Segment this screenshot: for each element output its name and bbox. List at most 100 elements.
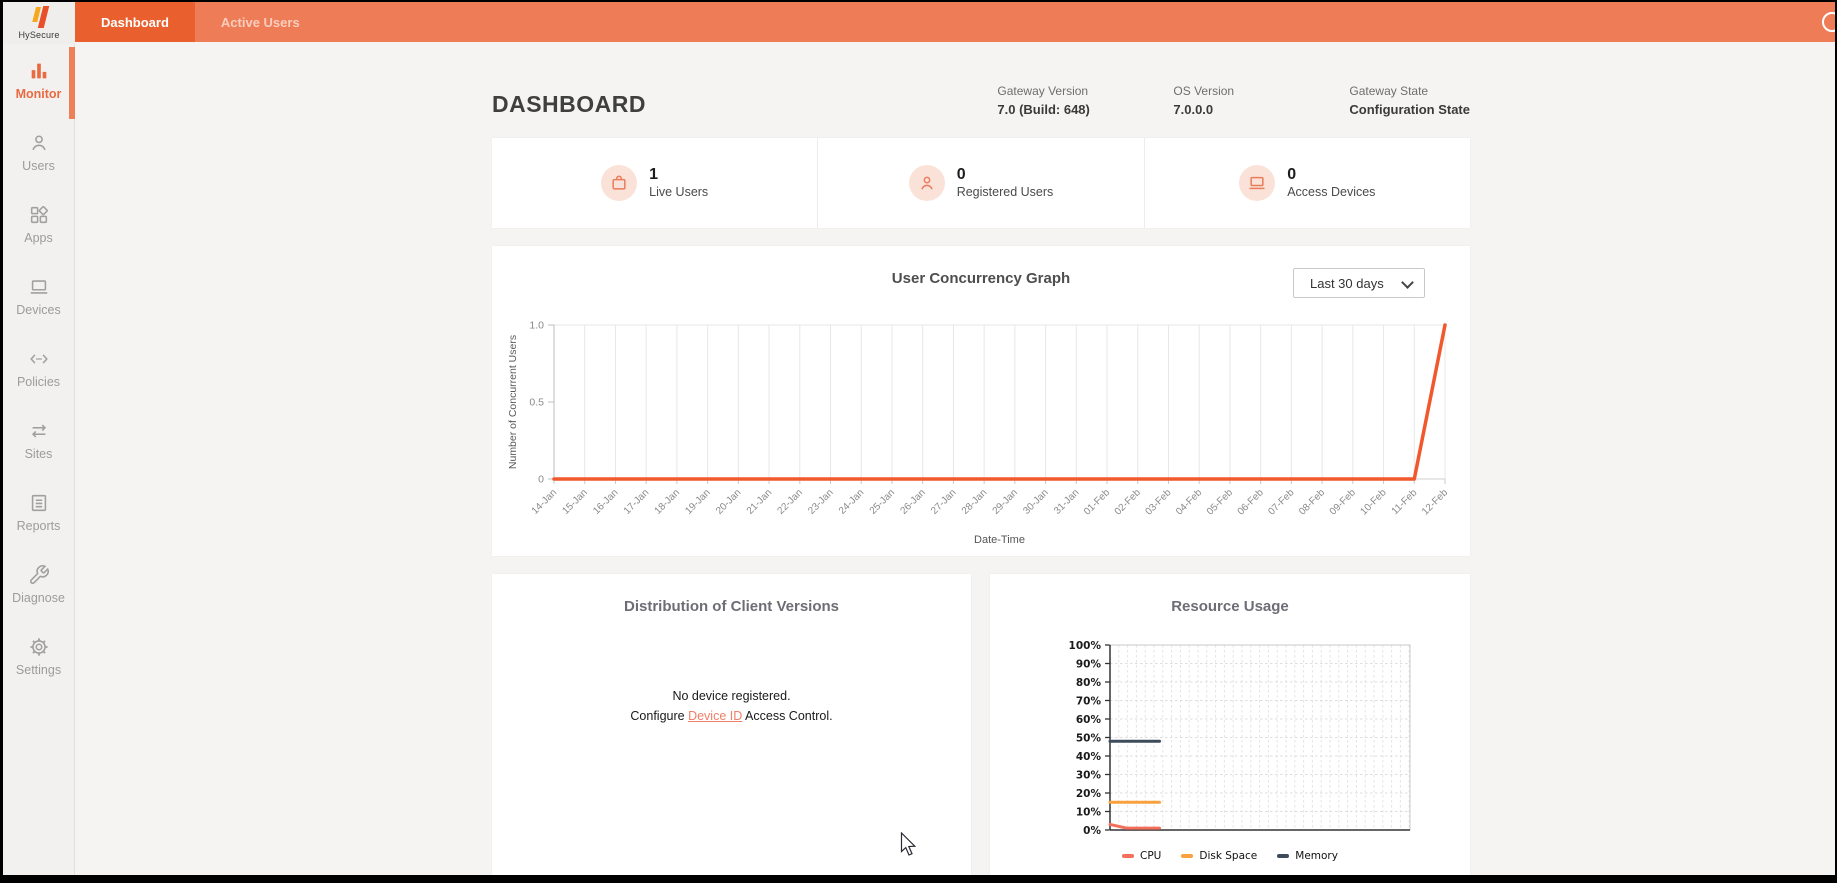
x-tick-label: 30-Jan [1021,487,1050,516]
x-tick-label: 28-Jan [960,487,989,516]
x-tick-label: 31-Jan [1052,487,1081,516]
x-tick-label: 17-Jan [622,487,651,516]
x-tick-label: 02-Feb [1113,487,1143,517]
sidebar-item-monitor[interactable]: Monitor [3,44,74,116]
x-tick-label: 18-Jan [653,487,682,516]
legend-label: Memory [1295,850,1338,862]
sidebar-item-policies[interactable]: Policies [3,332,74,404]
user-concurrency-panel: User Concurrency Graph Last 30 days 14-J… [492,246,1470,556]
legend-swatch [1122,854,1134,858]
legend-item-disk-space: Disk Space [1181,850,1257,862]
tab-dashboard[interactable]: Dashboard [75,2,195,42]
no-device-text: No device registered. [492,686,971,706]
bag-icon [601,165,637,201]
info-os-version: OS Version 7.0.0.0 [1173,84,1269,117]
gear-icon [28,636,50,658]
top-bar: Dashboard Active Users [3,2,1835,42]
x-tick-label: 06-Feb [1236,487,1266,517]
tab-active-users[interactable]: Active Users [195,2,326,42]
bar-chart-icon [28,60,50,82]
sidebar-item-reports[interactable]: Reports [3,476,74,548]
x-tick-label: 14-Jan [530,487,559,516]
y-tick-label: 50% [1076,733,1102,745]
legend-swatch [1181,854,1193,858]
date-range-select[interactable]: Last 30 days [1293,268,1425,298]
hysecure-logo-icon [22,5,56,31]
resource-usage-legend: CPU Disk Space Memory [990,850,1470,862]
x-tick-label: 03-Feb [1143,487,1173,517]
y-tick-label: 70% [1076,696,1102,708]
sidebar-item-settings[interactable]: Settings [3,620,74,692]
y-tick-label: 60% [1076,714,1102,726]
sidebar-nav: Monitor Users Apps Devices Policies Sites Repo… [3,44,75,875]
sidebar-item-sites[interactable]: Sites [3,404,74,476]
x-tick-label: 08-Feb [1297,487,1327,517]
x-tick-label: 16-Jan [591,487,620,516]
sidebar-item-label: Apps [24,231,53,245]
user-circle-icon[interactable] [1822,12,1835,32]
sidebar-item-apps[interactable]: Apps [3,188,74,260]
y-tick-label: 80% [1076,677,1102,689]
stat-access-devices: 0 Access Devices [1145,138,1470,228]
sidebar-item-label: Monitor [16,87,62,101]
laptop-icon [28,276,50,298]
sidebar-item-label: Settings [16,663,61,677]
resource-usage-panel: Resource Usage 100%90%80%70%60%50%40%30%… [990,574,1470,875]
main-area: DASHBOARD Gateway Version 7.0 (Build: 64… [75,44,1835,875]
page-header: DASHBOARD Gateway Version 7.0 (Build: 64… [492,62,1470,138]
person-icon [909,165,945,201]
info-gateway-version: Gateway Version 7.0 (Build: 648) [997,84,1093,117]
x-tick-label: 22-Jan [776,487,805,516]
sidebar-item-diagnose[interactable]: Diagnose [3,548,74,620]
x-tick-label: 21-Jan [745,487,774,516]
legend-swatch [1277,854,1289,858]
x-tick-label: 20-Jan [714,487,743,516]
app-window: Dashboard Active Users HySecure Monitor U… [3,2,1835,875]
device-id-link[interactable]: Device ID [688,709,742,723]
sidebar-item-devices[interactable]: Devices [3,260,74,332]
x-tick-label: 07-Feb [1266,487,1296,517]
client-versions-panel: Distribution of Client Versions No devic… [492,574,971,875]
series-line-cpu [1110,824,1160,828]
x-tick-label: 27-Jan [929,487,958,516]
sidebar-item-label: Policies [17,375,60,389]
x-tick-label: 10-Feb [1358,487,1388,517]
page-title: DASHBOARD [492,91,646,118]
sidebar-item-label: Sites [25,447,53,461]
x-tick-label: 25-Jan [868,487,897,516]
y-tick-label: 1.0 [529,320,544,332]
x-tick-label: 05-Feb [1205,487,1235,517]
x-tick-label: 01-Feb [1082,487,1112,517]
client-versions-title: Distribution of Client Versions [492,574,971,615]
configure-text: Configure Device ID Access Control. [492,706,971,726]
wrench-icon [28,564,50,586]
app-logo[interactable]: HySecure [3,2,75,44]
legend-label: CPU [1140,850,1161,862]
top-tab-bar: Dashboard Active Users [75,2,326,42]
x-tick-label: 29-Jan [991,487,1020,516]
sidebar-item-label: Devices [16,303,60,317]
y-axis-label: Number of Concurrent Users [507,335,519,469]
y-tick-label: 40% [1076,751,1102,763]
y-tick-label: 100% [1069,640,1102,652]
x-axis-label: Date-Time [974,534,1025,546]
x-tick-label: 15-Jan [560,487,589,516]
x-tick-label: 09-Feb [1328,487,1358,517]
y-tick-label: 0 [538,474,544,486]
x-tick-label: 04-Feb [1174,487,1204,517]
legend-item-memory: Memory [1277,850,1338,862]
sidebar-item-label: Reports [17,519,61,533]
swap-arrows-icon [28,420,50,442]
x-tick-label: 23-Jan [806,487,835,516]
x-tick-label: 19-Jan [683,487,712,516]
date-range-dropdown[interactable]: Last 30 days [1293,268,1425,298]
stat-live-users: 1 Live Users [492,138,817,228]
sidebar-item-users[interactable]: Users [3,116,74,188]
sidebar-item-label: Users [22,159,55,173]
x-tick-label: 26-Jan [898,487,927,516]
x-tick-label: 12-Feb [1420,487,1450,517]
y-tick-label: 20% [1076,788,1102,800]
y-tick-label: 0.5 [529,397,544,409]
document-icon [28,492,50,514]
legend-item-cpu: CPU [1122,850,1161,862]
